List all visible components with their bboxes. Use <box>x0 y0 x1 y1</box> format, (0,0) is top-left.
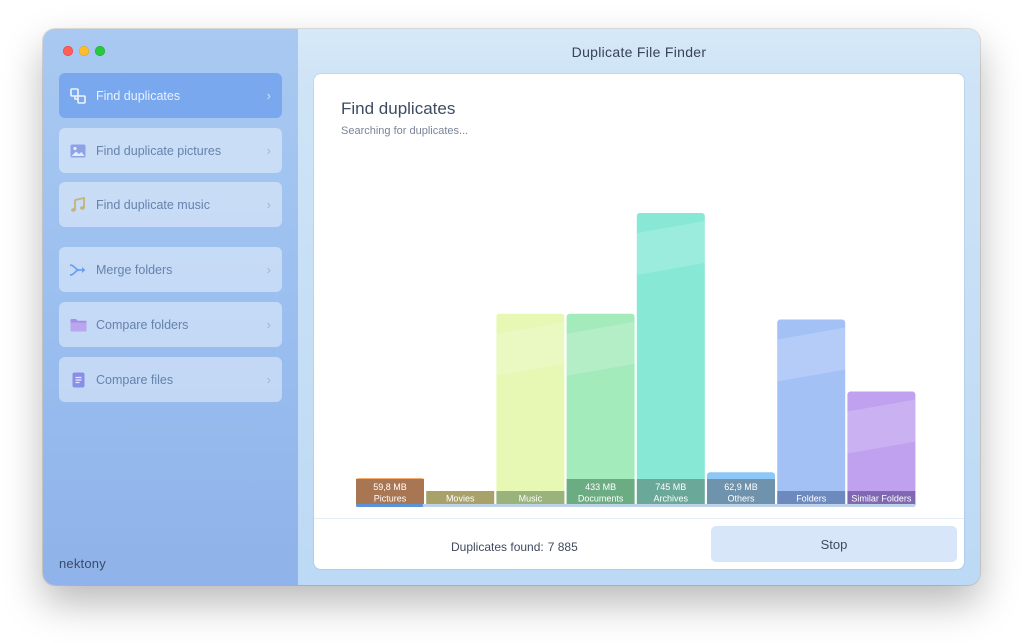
chevron-right-icon: › <box>266 372 271 387</box>
zoom-window-button[interactable] <box>95 46 105 56</box>
sidebar-item-label: Merge folders <box>96 262 173 277</box>
chevron-right-icon: › <box>266 143 271 158</box>
chart-value-label: 59,8 MB <box>373 482 407 492</box>
document-icon <box>69 371 87 389</box>
main-area: Find duplicates Searching for duplicates… <box>298 74 980 585</box>
duplicates-found: Duplicates found: 7 885 <box>451 540 578 554</box>
footer-bar: Duplicates found: 7 885 Stop <box>314 518 964 569</box>
chart-tick-label: Folders <box>796 494 827 504</box>
chart-tick-label: Documents <box>578 494 624 504</box>
page-title: Find duplicates <box>341 99 456 118</box>
chevron-right-icon: › <box>266 262 271 277</box>
chart-value-label: 433 MB <box>585 482 616 492</box>
window-title: Duplicate File Finder <box>571 43 707 60</box>
sidebar-item-label: Find duplicates <box>96 88 181 103</box>
merge-icon <box>69 261 87 279</box>
progress-track <box>356 504 916 507</box>
sidebar-item-label: Compare folders <box>96 317 189 332</box>
minimize-window-button[interactable] <box>79 46 89 56</box>
status-text: Searching for duplicates... <box>341 125 469 137</box>
chart-tick-label: Movies <box>446 494 475 504</box>
chart-tick-label: Archives <box>654 494 689 504</box>
sidebar-item-compare-folders[interactable]: Compare folders › <box>59 302 282 347</box>
sidebar-item-label: Compare files <box>96 372 174 387</box>
sidebar-item-find-duplicates[interactable]: Find duplicates › <box>59 73 282 118</box>
sidebar-item-find-duplicate-pictures[interactable]: Find duplicate pictures › <box>59 128 282 173</box>
chart-tick-label: Pictures <box>374 494 407 504</box>
sidebar-item-label: Find duplicate music <box>96 197 210 212</box>
titlebar: Duplicate File Finder <box>298 29 980 74</box>
chart-tick-label: Others <box>727 494 755 504</box>
app-window: Find duplicates › Find duplicate picture… <box>43 29 980 585</box>
sidebar-item-label: Find duplicate pictures <box>96 143 222 158</box>
chart-value-label: 745 MB <box>655 482 686 492</box>
duplicates-bar-chart: 59,8 MB Pictures Movies Music 433 MB Document… <box>356 213 916 507</box>
sidebar-item-compare-files[interactable]: Compare files › <box>59 357 282 402</box>
duplicates-icon <box>69 87 87 105</box>
sidebar: Find duplicates › Find duplicate picture… <box>43 29 298 585</box>
duplicates-found-label: Duplicates found: <box>451 540 544 554</box>
progress-fill <box>356 504 424 507</box>
chevron-right-icon: › <box>266 197 271 212</box>
chart-tick-label: Music <box>519 494 543 504</box>
music-note-icon <box>69 196 87 214</box>
brand-logo: nektony <box>59 556 106 571</box>
stop-button[interactable]: Stop <box>711 526 957 562</box>
chevron-right-icon: › <box>266 88 271 103</box>
chart-value-label: 62,9 MB <box>724 482 758 492</box>
sidebar-item-find-duplicate-music[interactable]: Find duplicate music › <box>59 182 282 227</box>
picture-icon <box>69 142 87 160</box>
results-panel: Find duplicates Searching for duplicates… <box>314 74 964 569</box>
sidebar-item-merge-folders[interactable]: Merge folders › <box>59 247 282 292</box>
duplicates-found-count: 7 885 <box>547 540 578 554</box>
chevron-right-icon: › <box>266 317 271 332</box>
close-window-button[interactable] <box>63 46 73 56</box>
folder-icon <box>69 316 87 334</box>
chart-tick-label: Similar Folders <box>851 494 912 504</box>
